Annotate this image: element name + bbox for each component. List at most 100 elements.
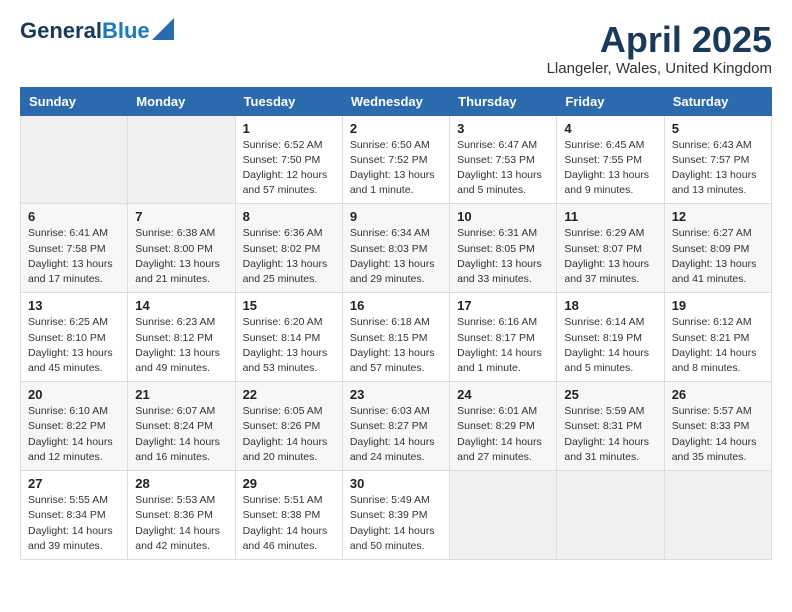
day-number: 28 — [135, 476, 227, 491]
calendar-cell: 25 Sunrise: 5:59 AM Sunset: 8:31 PM Dayli… — [557, 382, 664, 471]
day-info: Sunrise: 6:01 AM Sunset: 8:29 PM Dayligh… — [457, 404, 549, 465]
calendar-day-header: Monday — [128, 87, 235, 115]
calendar-cell: 27Sunrise: 5:55 AM Sunset: 8:34 PM Dayli… — [21, 471, 128, 560]
calendar-cell: 16 Sunrise: 6:18 AM Sunset: 8:15 PM Dayli… — [342, 293, 449, 382]
day-number: 25 — [564, 387, 656, 402]
day-number: 9 — [350, 209, 442, 224]
day-info: Sunrise: 5:53 AM Sunset: 8:36 PM Dayligh… — [135, 493, 227, 554]
day-number: 14 — [135, 298, 227, 313]
day-info: Sunrise: 6:43 AM Sunset: 7:57 PM Dayligh… — [672, 138, 764, 199]
day-number: 12 — [672, 209, 764, 224]
day-info: Sunrise: 5:55 AM Sunset: 8:34 PM Dayligh… — [28, 493, 120, 554]
day-number: 4 — [564, 121, 656, 136]
day-info: Sunrise: 5:59 AM Sunset: 8:31 PM Dayligh… — [564, 404, 656, 465]
day-info: Sunrise: 6:10 AM Sunset: 8:22 PM Dayligh… — [28, 404, 120, 465]
page-header: GeneralBlue April 2025 Llangeler, Wales,… — [20, 20, 772, 77]
day-info: Sunrise: 6:20 AM Sunset: 8:14 PM Dayligh… — [243, 315, 335, 376]
day-info: Sunrise: 6:38 AM Sunset: 8:00 PM Dayligh… — [135, 226, 227, 287]
calendar-cell: 11 Sunrise: 6:29 AM Sunset: 8:07 PM Dayli… — [557, 204, 664, 293]
day-info: Sunrise: 6:18 AM Sunset: 8:15 PM Dayligh… — [350, 315, 442, 376]
calendar-cell — [21, 115, 128, 204]
day-info: Sunrise: 6:03 AM Sunset: 8:27 PM Dayligh… — [350, 404, 442, 465]
calendar-week-row: 27Sunrise: 5:55 AM Sunset: 8:34 PM Dayli… — [21, 471, 772, 560]
calendar-cell: 17Sunrise: 6:16 AM Sunset: 8:17 PM Dayli… — [450, 293, 557, 382]
calendar-cell: 14 Sunrise: 6:23 AM Sunset: 8:12 PM Dayli… — [128, 293, 235, 382]
calendar-cell: 7 Sunrise: 6:38 AM Sunset: 8:00 PM Daylig… — [128, 204, 235, 293]
day-number: 20 — [28, 387, 120, 402]
calendar-cell: 29 Sunrise: 5:51 AM Sunset: 8:38 PM Dayli… — [235, 471, 342, 560]
day-info: Sunrise: 6:45 AM Sunset: 7:55 PM Dayligh… — [564, 138, 656, 199]
day-info: Sunrise: 6:29 AM Sunset: 8:07 PM Dayligh… — [564, 226, 656, 287]
calendar-day-header: Sunday — [21, 87, 128, 115]
day-info: Sunrise: 6:47 AM Sunset: 7:53 PM Dayligh… — [457, 138, 549, 199]
calendar-cell: 5 Sunrise: 6:43 AM Sunset: 7:57 PM Daylig… — [664, 115, 771, 204]
day-info: Sunrise: 6:31 AM Sunset: 8:05 PM Dayligh… — [457, 226, 549, 287]
day-number: 1 — [243, 121, 335, 136]
day-number: 24 — [457, 387, 549, 402]
calendar-cell: 22Sunrise: 6:05 AM Sunset: 8:26 PM Dayli… — [235, 382, 342, 471]
calendar-cell: 9 Sunrise: 6:34 AM Sunset: 8:03 PM Daylig… — [342, 204, 449, 293]
calendar-cell: 28 Sunrise: 5:53 AM Sunset: 8:36 PM Dayli… — [128, 471, 235, 560]
day-info: Sunrise: 5:49 AM Sunset: 8:39 PM Dayligh… — [350, 493, 442, 554]
day-info: Sunrise: 6:41 AM Sunset: 7:58 PM Dayligh… — [28, 226, 120, 287]
day-number: 5 — [672, 121, 764, 136]
calendar-cell: 24 Sunrise: 6:01 AM Sunset: 8:29 PM Dayli… — [450, 382, 557, 471]
day-info: Sunrise: 6:14 AM Sunset: 8:19 PM Dayligh… — [564, 315, 656, 376]
day-number: 21 — [135, 387, 227, 402]
calendar-cell: 10 Sunrise: 6:31 AM Sunset: 8:05 PM Dayli… — [450, 204, 557, 293]
calendar-cell: 2Sunrise: 6:50 AM Sunset: 7:52 PM Daylig… — [342, 115, 449, 204]
month-title: April 2025 — [547, 20, 772, 60]
calendar-cell — [557, 471, 664, 560]
day-info: Sunrise: 5:57 AM Sunset: 8:33 PM Dayligh… — [672, 404, 764, 465]
day-number: 30 — [350, 476, 442, 491]
calendar-cell: 30 Sunrise: 5:49 AM Sunset: 8:39 PM Dayli… — [342, 471, 449, 560]
day-info: Sunrise: 6:16 AM Sunset: 8:17 PM Dayligh… — [457, 315, 549, 376]
day-number: 6 — [28, 209, 120, 224]
calendar-day-header: Friday — [557, 87, 664, 115]
day-number: 23 — [350, 387, 442, 402]
calendar-header-row: SundayMondayTuesdayWednesdayThursdayFrid… — [21, 87, 772, 115]
calendar-day-header: Tuesday — [235, 87, 342, 115]
day-number: 7 — [135, 209, 227, 224]
day-number: 16 — [350, 298, 442, 313]
calendar-cell: 26 Sunrise: 5:57 AM Sunset: 8:33 PM Dayli… — [664, 382, 771, 471]
calendar-cell — [664, 471, 771, 560]
calendar-cell: 3Sunrise: 6:47 AM Sunset: 7:53 PM Daylig… — [450, 115, 557, 204]
day-number: 15 — [243, 298, 335, 313]
calendar-cell: 8 Sunrise: 6:36 AM Sunset: 8:02 PM Daylig… — [235, 204, 342, 293]
location: Llangeler, Wales, United Kingdom — [547, 60, 772, 77]
calendar-cell: 12Sunrise: 6:27 AM Sunset: 8:09 PM Dayli… — [664, 204, 771, 293]
day-number: 13 — [28, 298, 120, 313]
day-number: 10 — [457, 209, 549, 224]
calendar-cell: 6 Sunrise: 6:41 AM Sunset: 7:58 PM Daylig… — [21, 204, 128, 293]
calendar-week-row: 13Sunrise: 6:25 AM Sunset: 8:10 PM Dayli… — [21, 293, 772, 382]
day-number: 8 — [243, 209, 335, 224]
calendar-cell — [128, 115, 235, 204]
day-number: 29 — [243, 476, 335, 491]
day-number: 19 — [672, 298, 764, 313]
day-number: 11 — [564, 209, 656, 224]
day-info: Sunrise: 6:34 AM Sunset: 8:03 PM Dayligh… — [350, 226, 442, 287]
day-number: 22 — [243, 387, 335, 402]
title-area: April 2025 Llangeler, Wales, United King… — [547, 20, 772, 77]
day-info: Sunrise: 6:12 AM Sunset: 8:21 PM Dayligh… — [672, 315, 764, 376]
logo-text: GeneralBlue — [20, 20, 150, 42]
calendar-cell: 13Sunrise: 6:25 AM Sunset: 8:10 PM Dayli… — [21, 293, 128, 382]
calendar-cell: 1 Sunrise: 6:52 AM Sunset: 7:50 PM Daylig… — [235, 115, 342, 204]
day-info: Sunrise: 6:23 AM Sunset: 8:12 PM Dayligh… — [135, 315, 227, 376]
calendar-cell: 19 Sunrise: 6:12 AM Sunset: 8:21 PM Dayli… — [664, 293, 771, 382]
calendar-week-row: 20 Sunrise: 6:10 AM Sunset: 8:22 PM Dayli… — [21, 382, 772, 471]
calendar-day-header: Saturday — [664, 87, 771, 115]
calendar-cell: 4 Sunrise: 6:45 AM Sunset: 7:55 PM Daylig… — [557, 115, 664, 204]
day-info: Sunrise: 6:52 AM Sunset: 7:50 PM Dayligh… — [243, 138, 335, 199]
calendar-cell: 20 Sunrise: 6:10 AM Sunset: 8:22 PM Dayli… — [21, 382, 128, 471]
day-info: Sunrise: 6:36 AM Sunset: 8:02 PM Dayligh… — [243, 226, 335, 287]
day-number: 26 — [672, 387, 764, 402]
calendar-week-row: 6 Sunrise: 6:41 AM Sunset: 7:58 PM Daylig… — [21, 204, 772, 293]
calendar-cell: 21 Sunrise: 6:07 AM Sunset: 8:24 PM Dayli… — [128, 382, 235, 471]
day-info: Sunrise: 5:51 AM Sunset: 8:38 PM Dayligh… — [243, 493, 335, 554]
day-info: Sunrise: 6:07 AM Sunset: 8:24 PM Dayligh… — [135, 404, 227, 465]
calendar-day-header: Wednesday — [342, 87, 449, 115]
calendar-cell: 15 Sunrise: 6:20 AM Sunset: 8:14 PM Dayli… — [235, 293, 342, 382]
calendar-cell: 23 Sunrise: 6:03 AM Sunset: 8:27 PM Dayli… — [342, 382, 449, 471]
